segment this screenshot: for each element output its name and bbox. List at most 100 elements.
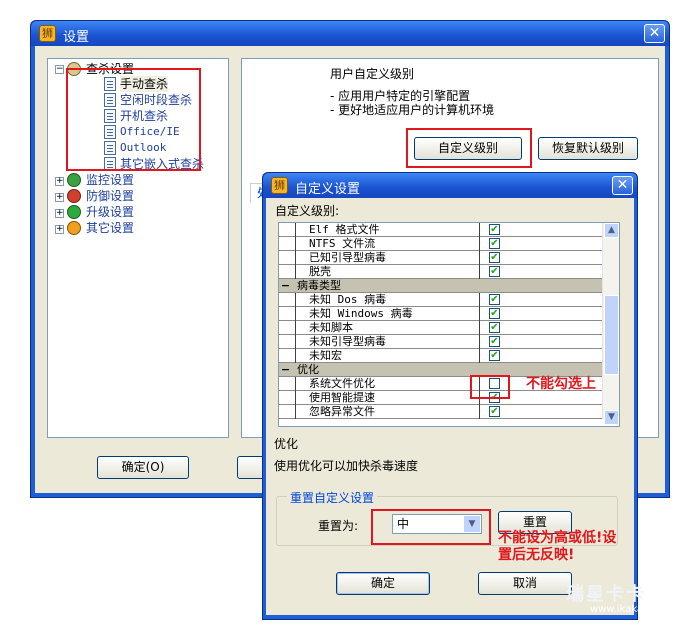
desc-text: 使用优化可以加快杀毒速度 — [274, 459, 419, 473]
column-divider — [295, 251, 296, 265]
option-checkbox[interactable]: ✔ — [489, 350, 500, 361]
custom-settings-client: 自定义级别: Elf 格式文件 ✔ NTFS 文件流 ✔ 已知引导型病毒 ✔ 脱壳 ✔ − 病毒类… — [266, 198, 634, 615]
column-divider — [479, 349, 480, 363]
option-checkbox[interactable]: ✔ — [489, 308, 500, 319]
list-row[interactable]: 未知脚本 ✔ — [279, 321, 603, 335]
list-label: 自定义级别: — [275, 204, 340, 218]
expand-icon[interactable]: + — [55, 209, 64, 218]
category-label: 优化 — [297, 363, 319, 376]
list-row[interactable]: 未知 Windows 病毒 ✔ — [279, 307, 603, 321]
gear-icon — [67, 221, 81, 235]
close-icon[interactable]: ✕ — [644, 24, 665, 43]
settings-titlebar[interactable]: 狮 设置 ✕ — [31, 21, 669, 46]
list-row[interactable]: NTFS 文件流 ✔ — [279, 237, 603, 251]
column-divider — [479, 307, 480, 321]
list-row[interactable]: 忽略异常文件 ✔ — [279, 405, 603, 419]
expand-icon[interactable]: + — [55, 193, 64, 202]
list-category-row[interactable]: − 优化 — [279, 363, 603, 377]
collapse-icon[interactable]: − — [281, 279, 290, 293]
list-row[interactable]: 已知引导型病毒 ✔ — [279, 251, 603, 265]
watermark-url: www.ikaka.com — [590, 604, 668, 615]
column-divider — [295, 307, 296, 321]
tree-item-defense[interactable]: 防御设置 — [86, 188, 134, 204]
column-divider — [479, 321, 480, 335]
column-divider — [479, 251, 480, 265]
list-row[interactable]: 未知宏 ✔ — [279, 349, 603, 363]
option-label: 使用智能提速 — [309, 391, 375, 404]
restore-default-button[interactable]: 恢复默认级别 — [538, 137, 638, 160]
column-divider — [295, 349, 296, 363]
ok-button[interactable]: 确定(O) — [97, 456, 189, 479]
tree-item-other[interactable]: 其它设置 — [86, 220, 134, 236]
option-checkbox[interactable]: ✔ — [489, 336, 500, 347]
list-row[interactable]: 未知引导型病毒 ✔ — [279, 335, 603, 349]
tree-item-monitor[interactable]: 监控设置 — [86, 172, 134, 188]
category-label: 病毒类型 — [297, 279, 341, 292]
close-icon[interactable]: ✕ — [612, 176, 633, 195]
list-row[interactable]: 使用智能提速 ✔ — [279, 391, 603, 405]
list-row[interactable]: 未知 Dos 病毒 ✔ — [279, 293, 603, 307]
list-category-row[interactable]: − 病毒类型 — [279, 279, 603, 293]
column-divider — [295, 237, 296, 251]
expand-icon[interactable]: + — [55, 177, 64, 186]
collapse-icon[interactable]: − — [281, 363, 290, 377]
annotation-cannot-check: 不能勾选上 — [526, 376, 596, 392]
annotation-box-reset — [371, 509, 491, 545]
annotation-box-checkbox — [470, 375, 510, 399]
tree-item-label: 防御设置 — [86, 189, 135, 203]
scroll-down-icon[interactable]: ▼ — [604, 410, 619, 425]
column-divider — [479, 265, 480, 279]
option-checkbox[interactable]: ✔ — [489, 294, 500, 305]
column-divider — [295, 293, 296, 307]
option-label: 脱壳 — [309, 265, 331, 278]
desc-title: 优化 — [274, 437, 299, 451]
level-title: 用户自定义级别 — [330, 67, 415, 81]
expand-icon[interactable]: + — [55, 225, 64, 234]
custom-settings-titlebar[interactable]: 狮 自定义设置 ✕ — [263, 173, 637, 198]
option-checkbox[interactable]: ✔ — [489, 266, 500, 277]
column-divider — [295, 223, 296, 237]
reset-to-label: 重置为: — [318, 519, 359, 533]
tree-item-update[interactable]: 升级设置 — [86, 204, 134, 220]
collapse-icon[interactable]: − — [55, 65, 64, 74]
rising-lion-icon: 狮 — [39, 25, 56, 42]
custom-settings-dialog: 狮 自定义设置 ✕ 自定义级别: Elf 格式文件 ✔ NTFS 文件流 ✔ 已知引导型… — [262, 172, 638, 620]
custom-settings-title: 自定义设置 — [295, 182, 361, 197]
tree-item-label: 监控设置 — [86, 173, 135, 187]
tree-item-label: 升级设置 — [86, 205, 135, 219]
dialog-ok-button[interactable]: 确定 — [336, 572, 430, 595]
option-checkbox[interactable]: ✔ — [489, 224, 500, 235]
column-divider — [295, 405, 296, 419]
column-divider — [295, 265, 296, 279]
option-label: 系统文件优化 — [309, 377, 375, 390]
column-divider — [479, 405, 480, 419]
list-row[interactable]: Elf 格式文件 ✔ — [279, 223, 603, 237]
column-divider — [295, 377, 296, 391]
option-label: 未知脚本 — [309, 321, 353, 334]
rising-lion-icon: 狮 — [271, 177, 288, 194]
column-divider — [479, 293, 480, 307]
option-checkbox[interactable]: ✔ — [489, 406, 500, 417]
scroll-thumb[interactable] — [604, 295, 619, 375]
column-divider — [295, 391, 296, 405]
list-row[interactable]: 脱壳 ✔ — [279, 265, 603, 279]
option-checkbox[interactable]: ✔ — [489, 238, 500, 249]
list-scrollbar[interactable]: ▲ ▼ — [602, 223, 619, 425]
column-divider — [479, 223, 480, 237]
option-checkbox[interactable]: ✔ — [489, 322, 500, 333]
option-label: NTFS 文件流 — [309, 237, 376, 250]
annotation-box-custom-level — [406, 128, 532, 168]
option-label: 未知宏 — [309, 349, 342, 362]
annotation-no-response-2: 置后无反映! — [498, 547, 575, 563]
shield-icon — [67, 189, 81, 203]
option-checkbox[interactable]: ✔ — [489, 252, 500, 263]
monitor-icon — [67, 173, 81, 187]
column-divider — [479, 237, 480, 251]
column-divider — [295, 335, 296, 349]
option-list[interactable]: Elf 格式文件 ✔ NTFS 文件流 ✔ 已知引导型病毒 ✔ 脱壳 ✔ − 病毒类型 未知 Dos… — [278, 222, 620, 427]
option-label: 忽略异常文件 — [309, 405, 375, 418]
dialog-cancel-button[interactable]: 取消 — [478, 572, 572, 595]
scroll-up-icon[interactable]: ▲ — [604, 223, 619, 238]
column-divider — [479, 335, 480, 349]
update-icon — [67, 205, 81, 219]
